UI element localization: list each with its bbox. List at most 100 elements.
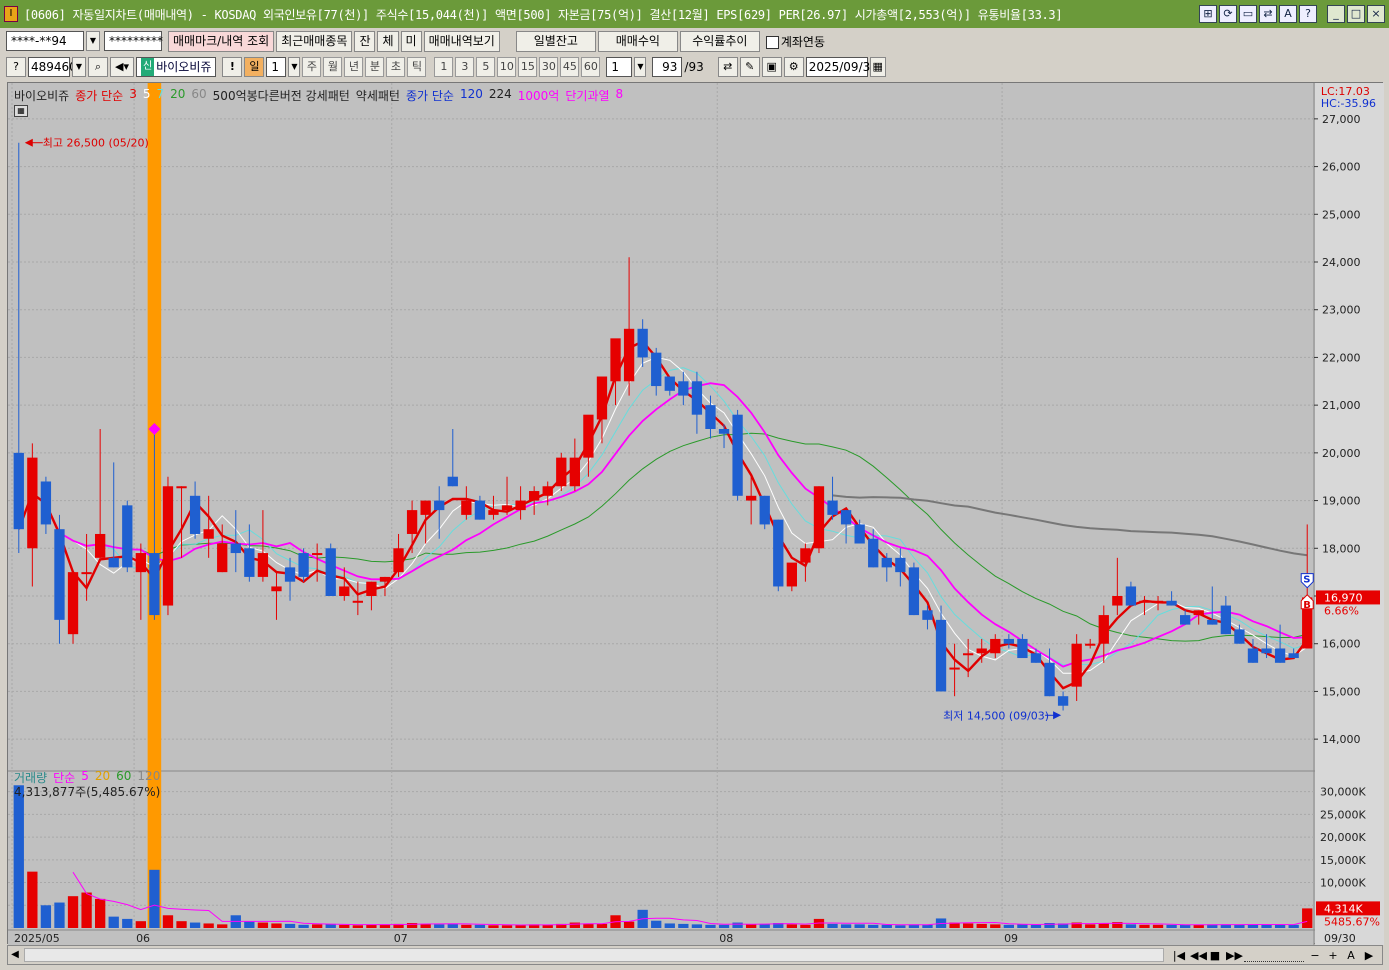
price-legend-item[interactable]: 20 xyxy=(170,87,185,104)
volume-bar xyxy=(488,925,499,928)
candlestick-chart[interactable]: 27,000 26,000 25,000 24,000 23,000 22,000 21,0… xyxy=(8,83,1385,950)
candle-body xyxy=(339,586,350,596)
close-button[interactable]: × xyxy=(1367,5,1385,23)
speaker-icon[interactable]: ◀▾ xyxy=(110,57,134,77)
price-tick-label: 24,000 xyxy=(1322,256,1361,269)
scroll-track[interactable] xyxy=(24,948,1164,962)
mark-query-button[interactable]: 매매마크/내역 조회 xyxy=(168,30,275,52)
maximize-button[interactable]: □ xyxy=(1347,5,1365,23)
candle-body xyxy=(230,543,241,554)
candle-body xyxy=(583,414,594,458)
executed-button[interactable]: 체 xyxy=(377,30,399,52)
settings-gear-icon[interactable]: ⚙ xyxy=(783,57,804,77)
interval-3-button[interactable]: 3 xyxy=(455,57,475,77)
candle-body xyxy=(1193,610,1204,616)
candle-body xyxy=(800,548,811,563)
interval-45-button[interactable]: 45 xyxy=(560,57,580,77)
window-icon[interactable]: ▭ xyxy=(1239,5,1257,23)
period-tick-button[interactable]: 틱 xyxy=(407,57,427,77)
candle-body xyxy=(135,553,146,573)
stop-icon[interactable]: ■ xyxy=(1208,949,1222,962)
interval-dropdown-icon[interactable]: ▼ xyxy=(634,57,647,77)
price-legend-item[interactable]: 약세패턴 xyxy=(356,87,400,104)
rewind-icon[interactable]: ◀◀ xyxy=(1190,949,1207,962)
stock-name-box[interactable]: 신 바이오비쥬 xyxy=(136,57,217,77)
daily-balance-button[interactable]: 일별잔고 xyxy=(515,30,596,52)
period-day-button[interactable]: 일 xyxy=(244,57,265,77)
scroll-left-icon[interactable]: ◀ xyxy=(8,947,22,963)
forward-icon[interactable]: ▶▶ xyxy=(1226,949,1243,962)
period-second-button[interactable]: 초 xyxy=(386,57,406,77)
password-input[interactable]: ********* xyxy=(104,31,163,51)
search-icon[interactable]: ⌕ xyxy=(88,57,108,77)
candle-body xyxy=(759,495,770,525)
interval-15-button[interactable]: 15 xyxy=(518,57,538,77)
price-legend-item[interactable]: 500억봉다른버전 강세패턴 xyxy=(213,87,350,104)
account-input[interactable]: ****-**94 xyxy=(6,31,84,51)
stock-code-input[interactable]: 489460 xyxy=(28,57,77,77)
price-legend-item[interactable]: 바이오비쥬 xyxy=(14,87,69,104)
count-input[interactable]: 93 xyxy=(652,57,683,77)
zoom-in-icon[interactable]: + xyxy=(1326,949,1340,962)
price-legend-item[interactable]: 1000억 xyxy=(518,87,560,104)
price-legend-item[interactable]: 5 xyxy=(143,87,151,104)
period-week-button[interactable]: 주 xyxy=(302,57,322,77)
price-legend-item[interactable]: 60 xyxy=(191,87,206,104)
font-size-icon[interactable]: A xyxy=(1344,949,1358,962)
trade-profit-button[interactable]: 매매수익 xyxy=(597,30,678,52)
price-legend-item[interactable]: 120 xyxy=(460,87,483,104)
return-trend-button[interactable]: 수익률추이 xyxy=(679,30,760,52)
minimize-button[interactable]: _ xyxy=(1327,5,1345,23)
refresh-icon[interactable]: ⟳ xyxy=(1219,5,1237,23)
help-icon[interactable]: ? xyxy=(1299,5,1317,23)
recent-trades-button[interactable]: 최근매매종목 xyxy=(276,30,353,52)
stock-name: 바이오비쥬 xyxy=(156,60,212,74)
candle-body xyxy=(434,500,445,511)
tool-arrows-icon[interactable]: ⇄ xyxy=(717,57,738,77)
price-legend-item[interactable]: 8 xyxy=(616,87,624,104)
interval-spin-input[interactable]: 1 xyxy=(606,57,633,77)
interval-5-button[interactable]: 5 xyxy=(476,57,496,77)
chart-area[interactable]: 27,000 26,000 25,000 24,000 23,000 22,000 21,0… xyxy=(7,82,1385,950)
interval-60-button[interactable]: 60 xyxy=(581,57,601,77)
zoom-out-icon[interactable]: − xyxy=(1308,949,1322,962)
price-legend-item[interactable]: 3 xyxy=(129,87,137,104)
link-icon[interactable]: ⇄ xyxy=(1259,5,1277,23)
volume-tick-label: 10,000K xyxy=(1320,877,1366,890)
calendar-icon[interactable]: ▦ xyxy=(869,57,886,77)
app-icon[interactable]: I xyxy=(4,6,18,22)
price-legend-item[interactable]: 종가 단순 xyxy=(75,87,123,104)
save-icon[interactable]: ▣ xyxy=(761,57,782,77)
balance-button[interactable]: 잔 xyxy=(354,30,376,52)
draw-icon[interactable]: ✎ xyxy=(739,57,760,77)
price-legend-item[interactable]: 224 xyxy=(489,87,512,104)
code-dropdown-icon[interactable]: ▼ xyxy=(72,57,86,77)
period-dropdown-icon[interactable]: ▼ xyxy=(288,57,301,77)
interval-30-button[interactable]: 30 xyxy=(539,57,559,77)
account-dropdown-icon[interactable]: ▼ xyxy=(86,31,100,51)
font-icon[interactable]: A xyxy=(1279,5,1297,23)
table-icon[interactable]: ▦ xyxy=(14,105,28,117)
date-input[interactable]: 2025/09/30 xyxy=(805,57,878,77)
code-type-icon[interactable]: ? xyxy=(6,57,26,77)
period-minute-button[interactable]: 분 xyxy=(365,57,385,77)
scroll-right-icon[interactable]: ▶ xyxy=(1362,949,1376,962)
price-legend-item[interactable]: 7 xyxy=(156,87,164,104)
candle-body xyxy=(949,667,960,670)
alert-icon[interactable]: ! xyxy=(222,57,243,77)
period-month-button[interactable]: 월 xyxy=(323,57,343,77)
scroll-end-left-icon[interactable]: |◀ xyxy=(1172,949,1186,962)
interval-1-button[interactable]: 1 xyxy=(434,57,454,77)
zoom-slider[interactable] xyxy=(1244,949,1304,962)
trade-detail-button[interactable]: 매매내역보기 xyxy=(423,30,500,52)
period-count-input[interactable]: 1 xyxy=(266,57,287,77)
layout-icon[interactable]: ⊞ xyxy=(1199,5,1217,23)
unfilled-button[interactable]: 미 xyxy=(400,30,422,52)
price-legend-item[interactable]: 종가 단순 xyxy=(406,87,454,104)
scroll-bar[interactable]: ◀ |◀ ◀◀ ■ ▶▶ − + A ▶ xyxy=(7,945,1383,965)
interval-10-button[interactable]: 10 xyxy=(497,57,517,77)
price-legend-item[interactable]: 단기과열 xyxy=(565,87,609,104)
account-link-checkbox[interactable]: 계좌연동 xyxy=(765,33,825,50)
price-tick-label: 20,000 xyxy=(1322,447,1361,460)
period-year-button[interactable]: 년 xyxy=(344,57,364,77)
